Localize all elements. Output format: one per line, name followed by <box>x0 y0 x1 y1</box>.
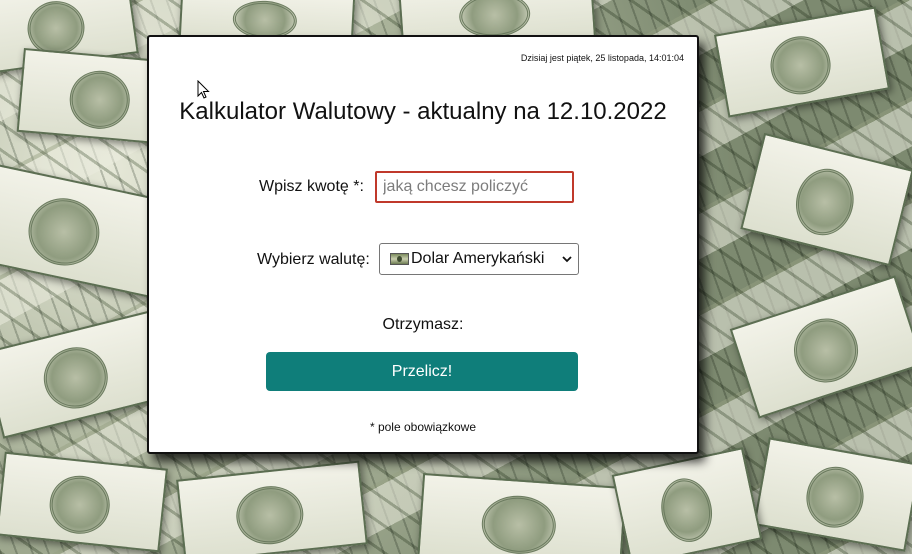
mouse-cursor-icon <box>197 80 210 99</box>
required-field-note: * pole obowiązkowe <box>369 420 477 434</box>
desktop-background: { "header": { "date_text": "Dzisiaj jest… <box>0 0 912 554</box>
currency-label: Wybierz walutę: <box>257 251 370 268</box>
chevron-down-icon <box>562 256 572 263</box>
result-label: Otrzymasz: <box>382 316 464 333</box>
amount-label: Wpisz kwotę *: <box>259 178 364 195</box>
currency-select[interactable]: Dolar Amerykański <box>379 243 579 275</box>
background-banknote <box>729 275 912 419</box>
background-banknote <box>417 472 627 554</box>
current-date: Dzisiaj jest piątek, 25 listopada, 14:01… <box>520 53 684 63</box>
background-banknote <box>753 437 912 552</box>
dollar-bill-icon <box>390 253 409 265</box>
page-title: Kalkulator Walutowy - aktualny na 12.10.… <box>179 98 667 125</box>
currency-selected-value: Dolar Amerykański <box>411 250 545 267</box>
background-banknote <box>713 6 891 118</box>
background-banknote <box>176 460 368 554</box>
calculator-card: Dzisiaj jest piątek, 25 listopada, 14:01… <box>147 35 699 454</box>
background-banknote <box>611 447 763 554</box>
background-banknote <box>740 132 912 267</box>
amount-input[interactable] <box>375 171 574 203</box>
calculate-button[interactable]: Przelicz! <box>266 352 578 391</box>
background-banknote <box>0 451 168 553</box>
